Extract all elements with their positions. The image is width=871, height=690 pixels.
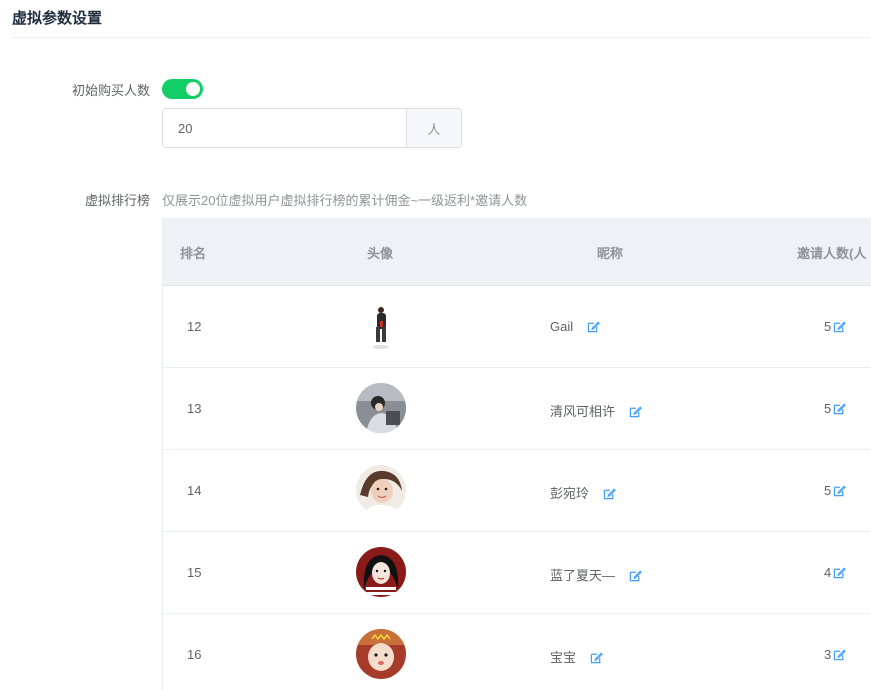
rank-cell: 15 xyxy=(187,565,202,580)
nickname-cell: 蓝了夏天— xyxy=(550,565,642,585)
invites-cell: 5 xyxy=(824,319,847,336)
nickname-cell: Gail xyxy=(550,319,600,336)
table-row: 12 Gail 5 xyxy=(163,286,871,368)
rank-cell: 13 xyxy=(187,401,202,416)
ranking-label: 虚拟排行榜 xyxy=(84,193,150,208)
invites-text: 3 xyxy=(824,647,832,662)
ranking-hint: 仅展示20位虚拟用户虚拟排行榜的累计佣金~一级返利*邀请人数 xyxy=(162,193,528,208)
table-row: 14 彭宛玲 5 xyxy=(163,450,871,532)
initial-buyers-input-group: 人 xyxy=(162,108,462,148)
edit-icon[interactable] xyxy=(590,651,603,667)
rank-cell: 16 xyxy=(187,647,202,662)
nickname-cell: 清风可相许 xyxy=(550,401,642,421)
column-header-invites: 邀请人数(人 xyxy=(797,245,867,261)
edit-icon[interactable] xyxy=(833,566,847,582)
invites-text: 5 xyxy=(824,319,832,334)
edit-icon[interactable] xyxy=(833,484,847,500)
table-row: 16 宝宝 3 xyxy=(163,614,871,690)
table-header: 排名 头像 昵称 邀请人数(人 xyxy=(163,219,871,286)
avatar xyxy=(356,383,406,433)
initial-buyers-input[interactable] xyxy=(163,109,406,147)
edit-icon[interactable] xyxy=(587,320,600,336)
invites-cell: 4 xyxy=(824,565,847,582)
nickname-text: 清风可相许 xyxy=(550,404,616,419)
invites-cell: 5 xyxy=(824,483,847,500)
avatar xyxy=(356,629,406,679)
invites-text: 5 xyxy=(824,401,832,416)
table-row: 13 清风可相许 5 xyxy=(163,368,871,450)
toggle-knob xyxy=(186,82,200,96)
rank-cell: 14 xyxy=(187,483,202,498)
nickname-text: 蓝了夏天— xyxy=(550,568,616,583)
avatar xyxy=(356,465,406,515)
ranking-table: 排名 头像 昵称 邀请人数(人 12 Gail 5 13 清风可相许 5 14 … xyxy=(162,218,871,690)
initial-buyers-label: 初始购买人数 xyxy=(71,83,150,98)
invites-cell: 5 xyxy=(824,401,847,418)
column-header-avatar: 头像 xyxy=(367,245,394,261)
avatar xyxy=(356,547,406,597)
title-divider xyxy=(12,37,871,38)
invites-text: 5 xyxy=(824,483,832,498)
invites-cell: 3 xyxy=(824,647,847,664)
section-title: 虚拟参数设置 xyxy=(12,10,103,27)
column-header-rank: 排名 xyxy=(180,245,207,261)
avatar xyxy=(356,301,406,351)
column-header-nickname: 昵称 xyxy=(597,245,624,261)
initial-buyers-unit: 人 xyxy=(406,109,461,147)
initial-buyers-toggle[interactable] xyxy=(162,79,203,99)
edit-icon[interactable] xyxy=(833,402,847,418)
invites-text: 4 xyxy=(824,565,832,580)
edit-icon[interactable] xyxy=(833,320,847,336)
edit-icon[interactable] xyxy=(629,569,642,585)
nickname-text: Gail xyxy=(550,319,574,334)
edit-icon[interactable] xyxy=(603,487,616,503)
edit-icon[interactable] xyxy=(629,405,642,421)
rank-cell: 12 xyxy=(187,319,202,334)
nickname-cell: 宝宝 xyxy=(550,647,603,667)
edit-icon[interactable] xyxy=(833,648,847,664)
nickname-cell: 彭宛玲 xyxy=(550,483,616,503)
nickname-text: 彭宛玲 xyxy=(550,486,590,501)
nickname-text: 宝宝 xyxy=(550,650,577,665)
table-row: 15 蓝了夏天— 4 xyxy=(163,532,871,614)
